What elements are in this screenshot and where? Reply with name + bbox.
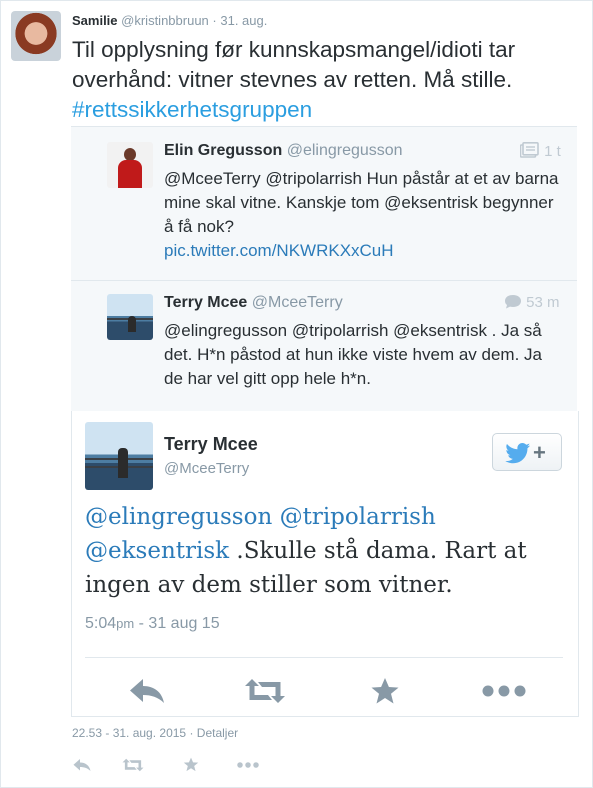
reply-icon[interactable] <box>129 678 165 704</box>
author-handle[interactable]: @kristinbbruun <box>121 13 209 28</box>
focused-author-name[interactable]: Terry Mcee <box>164 434 258 455</box>
retweet-icon[interactable] <box>122 758 144 772</box>
nested-1-body: @MceeTerry @tripolarrish Hun påstår at e… <box>164 169 559 236</box>
avatar-figure <box>128 316 136 332</box>
nested-1-meta: 1 t <box>519 142 561 160</box>
retweet-icon[interactable] <box>244 678 286 704</box>
mention-link[interactable]: @eksentrisk <box>85 538 229 564</box>
tweet-header: Samilie @kristinbbruun · 31. aug. <box>72 13 267 28</box>
elin-avatar[interactable] <box>107 142 153 188</box>
header-separator: · <box>212 13 217 28</box>
mention-link[interactable]: @tripolarrish <box>280 504 436 530</box>
details-link[interactable]: Detaljer <box>197 726 238 740</box>
gallery-icon <box>519 142 539 158</box>
focused-date: - 31 aug 15 <box>134 615 220 632</box>
terry-avatar-small[interactable] <box>107 294 153 340</box>
nested-1-pic-link[interactable]: pic.twitter.com/NKWRKXxCuH <box>164 239 564 263</box>
twitter-bird-icon <box>505 443 531 464</box>
nested-1-time[interactable]: 1 t <box>544 143 561 160</box>
nested-1-handle[interactable]: @elingregusson <box>287 142 403 159</box>
tweet-body: Til opplysning før kunnskapsmangel/idiot… <box>72 37 516 92</box>
nested-tweet-1-header: Elin Gregusson @elingregusson <box>164 142 403 160</box>
more-icon[interactable] <box>237 762 259 768</box>
mention-link[interactable]: @elingregusson <box>85 504 272 530</box>
nested-2-text: @elingregusson @tripolarrish @eksentrisk… <box>164 321 542 388</box>
avatar-body-shape <box>118 160 142 188</box>
more-icon[interactable] <box>482 685 526 697</box>
reply-icon[interactable] <box>73 758 91 772</box>
hashtag-link[interactable]: #rettssikkerhetsgruppen <box>72 97 312 122</box>
favorite-icon[interactable] <box>183 757 199 772</box>
author-avatar[interactable] <box>11 11 61 61</box>
focused-tweet-text: @elingregusson @tripolarrish @eksentrisk… <box>85 500 555 602</box>
follow-button[interactable]: + <box>492 433 562 471</box>
nested-2-time[interactable]: 53 m <box>526 294 559 311</box>
tweet-footer-meta: 22.53 - 31. aug. 2015 · Detaljer <box>72 726 238 740</box>
follow-plus: + <box>533 440 546 465</box>
tweet-text: Til opplysning før kunnskapsmangel/idiot… <box>72 35 572 125</box>
nested-1-name[interactable]: Elin Gregusson <box>164 142 282 159</box>
footer-separator: · <box>189 726 194 740</box>
nested-tweet-2-header: Terry Mcee @MceeTerry <box>164 294 343 312</box>
nested-2-name[interactable]: Terry Mcee <box>164 294 247 311</box>
focused-time: 5:04 <box>85 615 117 632</box>
nested-2-handle[interactable]: @MceeTerry <box>252 294 343 311</box>
nested-2-meta: 53 m <box>504 294 560 311</box>
conversation-divider <box>71 280 577 281</box>
favorite-icon[interactable] <box>370 677 400 705</box>
focused-timestamp[interactable]: 5:04pm - 31 aug 15 <box>85 615 220 633</box>
card-divider <box>85 657 563 658</box>
comment-icon <box>505 295 521 309</box>
footer-timestamp: 22.53 - 31. aug. 2015 <box>72 726 187 740</box>
avatar-figure <box>118 448 128 478</box>
nested-1-text: @MceeTerry @tripolarrish Hun påstår at e… <box>164 167 564 263</box>
tweet-date[interactable]: 31. aug. <box>220 13 267 28</box>
focused-ampm: pm <box>116 616 135 631</box>
author-name[interactable]: Samilie <box>72 13 118 28</box>
focused-author-handle[interactable]: @MceeTerry <box>164 460 249 477</box>
terry-avatar-large[interactable] <box>85 422 153 490</box>
